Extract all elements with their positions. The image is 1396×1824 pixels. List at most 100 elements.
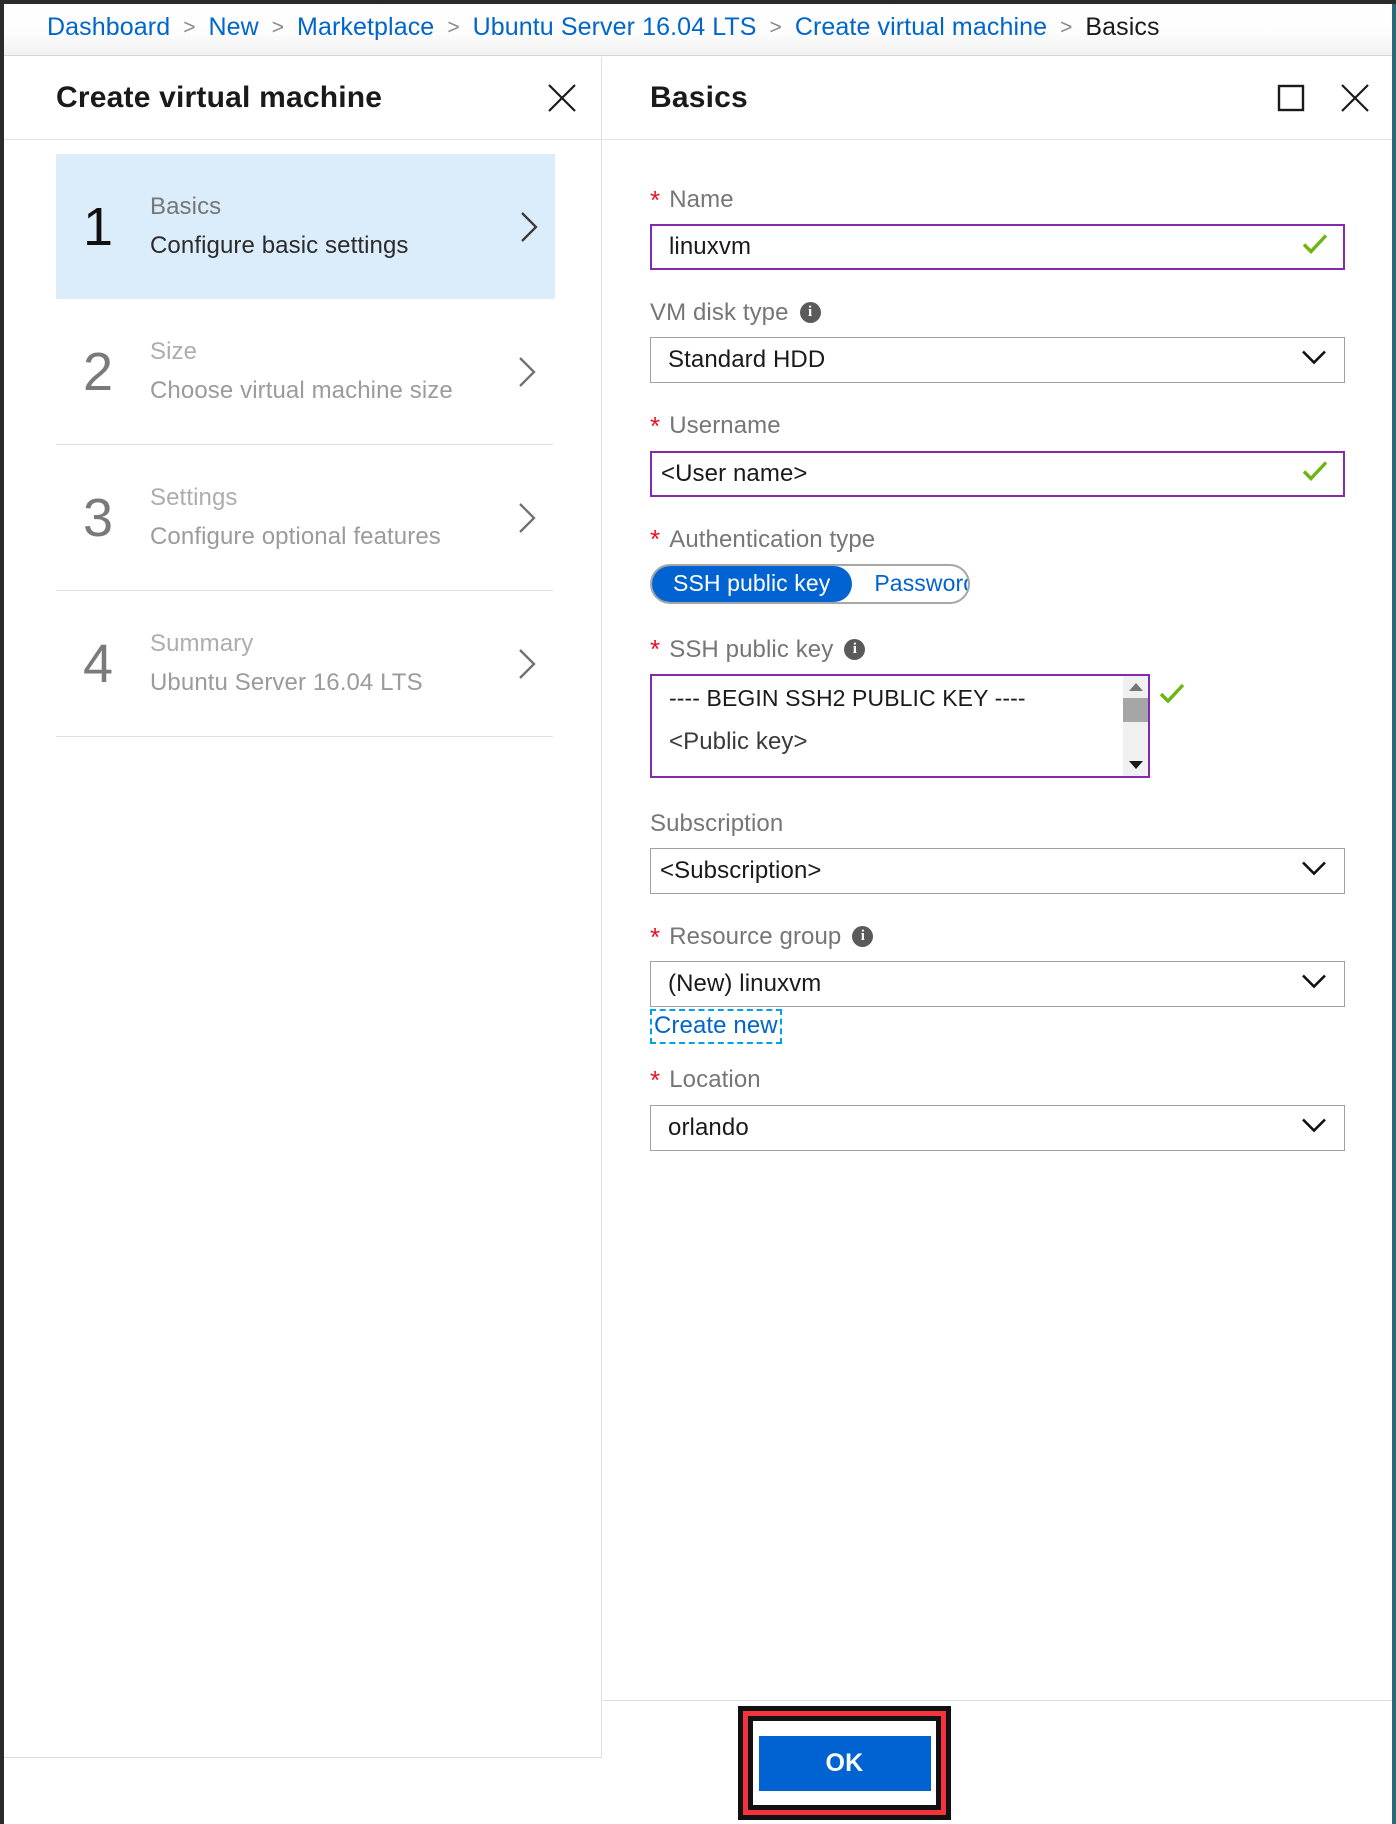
breadcrumb-separator: > xyxy=(271,15,285,39)
breadcrumb-item-dashboard[interactable]: Dashboard xyxy=(47,13,170,42)
wizard-step-summary[interactable]: 4 Summary Ubuntu Server 16.04 LTS xyxy=(56,591,553,736)
chevron-down-icon xyxy=(1301,350,1327,371)
resource-group-select[interactable]: (New) linuxvm xyxy=(650,961,1345,1008)
subscription-select[interactable]: <Subscription> xyxy=(650,848,1345,895)
label-location: * Location xyxy=(650,1064,1345,1095)
breadcrumb-item-ubuntu-server[interactable]: Ubuntu Server 16.04 LTS xyxy=(473,13,757,42)
wizard-step-basics[interactable]: 1 Basics Configure basic settings xyxy=(56,154,555,299)
label-text: VM disk type xyxy=(650,299,789,327)
maximize-icon[interactable] xyxy=(1274,81,1308,115)
location-value: orlando xyxy=(668,1113,749,1141)
breadcrumb-separator: > xyxy=(1060,15,1073,39)
label-text: SSH public key xyxy=(669,635,834,663)
label-text: Authentication type xyxy=(669,525,876,553)
page-title: Create virtual machine xyxy=(56,81,383,114)
chevron-down-icon xyxy=(1301,974,1327,995)
required-marker: * xyxy=(650,921,661,952)
left-footer-divider xyxy=(4,1757,602,1758)
label-ssh-public-key: * SSH public key i xyxy=(650,634,1345,665)
toggle-option-ssh-public-key[interactable]: SSH public key xyxy=(652,565,853,602)
username-input[interactable]: <User name> xyxy=(650,450,1345,497)
vm-disk-type-select[interactable]: Standard HDD xyxy=(650,337,1345,384)
breadcrumb-separator: > xyxy=(447,15,460,39)
valid-check-icon xyxy=(1158,682,1186,711)
info-icon[interactable]: i xyxy=(844,638,866,660)
label-text: Subscription xyxy=(650,809,784,837)
label-username: * Username xyxy=(650,410,1345,441)
step-divider xyxy=(56,736,553,737)
breadcrumb-item-marketplace[interactable]: Marketplace xyxy=(297,13,434,42)
basics-blade: Basics * Name linuxvm VM disk type i Sta… xyxy=(603,57,1392,1757)
basics-title: Basics xyxy=(650,81,748,114)
name-input-value: linuxvm xyxy=(669,233,752,261)
blade-header: Create virtual machine xyxy=(4,57,601,140)
step-title: Summary xyxy=(150,629,254,657)
required-marker: * xyxy=(650,524,661,555)
step-number: 4 xyxy=(82,633,114,694)
field-name: * Name linuxvm xyxy=(650,184,1345,271)
label-text: Name xyxy=(669,186,734,213)
footer-divider xyxy=(603,1700,1392,1701)
info-icon[interactable]: i xyxy=(852,926,874,948)
scrollbar-thumb[interactable] xyxy=(1123,697,1148,722)
step-description: Ubuntu Server 16.04 LTS xyxy=(150,668,423,696)
label-authentication-type: * Authentication type xyxy=(650,524,1345,555)
window-left-edge xyxy=(0,4,4,1824)
scroll-up-arrow-icon[interactable] xyxy=(1123,676,1148,698)
wizard-step-size[interactable]: 2 Size Choose virtual machine size xyxy=(56,299,553,444)
ok-button-annotation: OK xyxy=(738,1706,951,1820)
ssh-public-key-textarea[interactable]: ---- BEGIN SSH2 PUBLIC KEY ---- <Public … xyxy=(650,673,1150,778)
step-number: 1 xyxy=(82,196,114,257)
ok-button[interactable]: OK xyxy=(758,1735,931,1791)
authentication-type-toggle[interactable]: SSH public key Password xyxy=(650,563,970,604)
toggle-option-password[interactable]: Password xyxy=(852,566,968,602)
step-title: Basics xyxy=(150,192,222,220)
breadcrumb-item-new[interactable]: New xyxy=(208,13,258,42)
chevron-right-icon xyxy=(513,500,553,536)
scroll-down-arrow-icon[interactable] xyxy=(1123,754,1148,776)
close-icon[interactable] xyxy=(545,81,579,115)
create-new-link[interactable]: Create new xyxy=(650,1009,782,1045)
resource-group-value: (New) linuxvm xyxy=(668,970,822,998)
label-resource-group: * Resource group i xyxy=(650,921,1345,952)
chevron-down-icon xyxy=(1301,1117,1327,1138)
name-input[interactable]: linuxvm xyxy=(650,224,1345,271)
wizard-step-settings[interactable]: 3 Settings Configure optional features xyxy=(56,445,553,590)
info-icon[interactable]: i xyxy=(799,302,821,324)
window-top-strip xyxy=(0,0,1396,4)
breadcrumb-separator: > xyxy=(769,15,782,39)
field-subscription: Subscription <Subscription> xyxy=(650,808,1345,895)
wizard-steps: 1 Basics Configure basic settings 2 Size… xyxy=(4,140,601,737)
username-input-value: <User name> xyxy=(661,459,808,487)
label-name: * Name xyxy=(650,184,1345,215)
field-ssh-public-key: * SSH public key i ---- BEGIN SSH2 PUBLI… xyxy=(650,634,1345,778)
subscription-value: <Subscription> xyxy=(660,857,822,885)
step-number: 2 xyxy=(82,341,114,402)
valid-check-icon xyxy=(1301,233,1329,262)
breadcrumb-item-create-virtual-machine[interactable]: Create virtual machine xyxy=(795,13,1047,42)
step-description: Configure basic settings xyxy=(150,231,409,259)
ssh-key-line-2: <Public key> xyxy=(669,727,808,755)
location-select[interactable]: orlando xyxy=(650,1104,1345,1151)
breadcrumb: Dashboard > New > Marketplace > Ubuntu S… xyxy=(0,0,1396,56)
field-vm-disk-type: VM disk type i Standard HDD xyxy=(650,297,1345,384)
label-text: Username xyxy=(669,412,781,440)
ssh-key-scrollbar[interactable] xyxy=(1123,675,1148,776)
close-icon[interactable] xyxy=(1338,81,1372,115)
chevron-right-icon xyxy=(513,646,553,682)
chevron-right-icon xyxy=(513,354,553,390)
ssh-key-line-1: ---- BEGIN SSH2 PUBLIC KEY ---- xyxy=(669,684,1026,711)
create-virtual-machine-blade: Create virtual machine 1 Basics Configur… xyxy=(4,57,602,1757)
step-title: Settings xyxy=(150,483,238,511)
step-number: 3 xyxy=(82,487,114,548)
required-marker: * xyxy=(650,634,661,665)
step-description: Choose virtual machine size xyxy=(150,376,453,404)
basics-blade-header: Basics xyxy=(603,57,1392,140)
required-marker: * xyxy=(650,184,661,215)
vm-disk-type-value: Standard HDD xyxy=(668,346,826,374)
required-marker: * xyxy=(650,1064,661,1095)
field-location: * Location orlando xyxy=(650,1064,1345,1151)
required-marker: * xyxy=(650,410,661,441)
breadcrumb-separator: > xyxy=(183,15,196,39)
step-description: Configure optional features xyxy=(150,522,441,550)
